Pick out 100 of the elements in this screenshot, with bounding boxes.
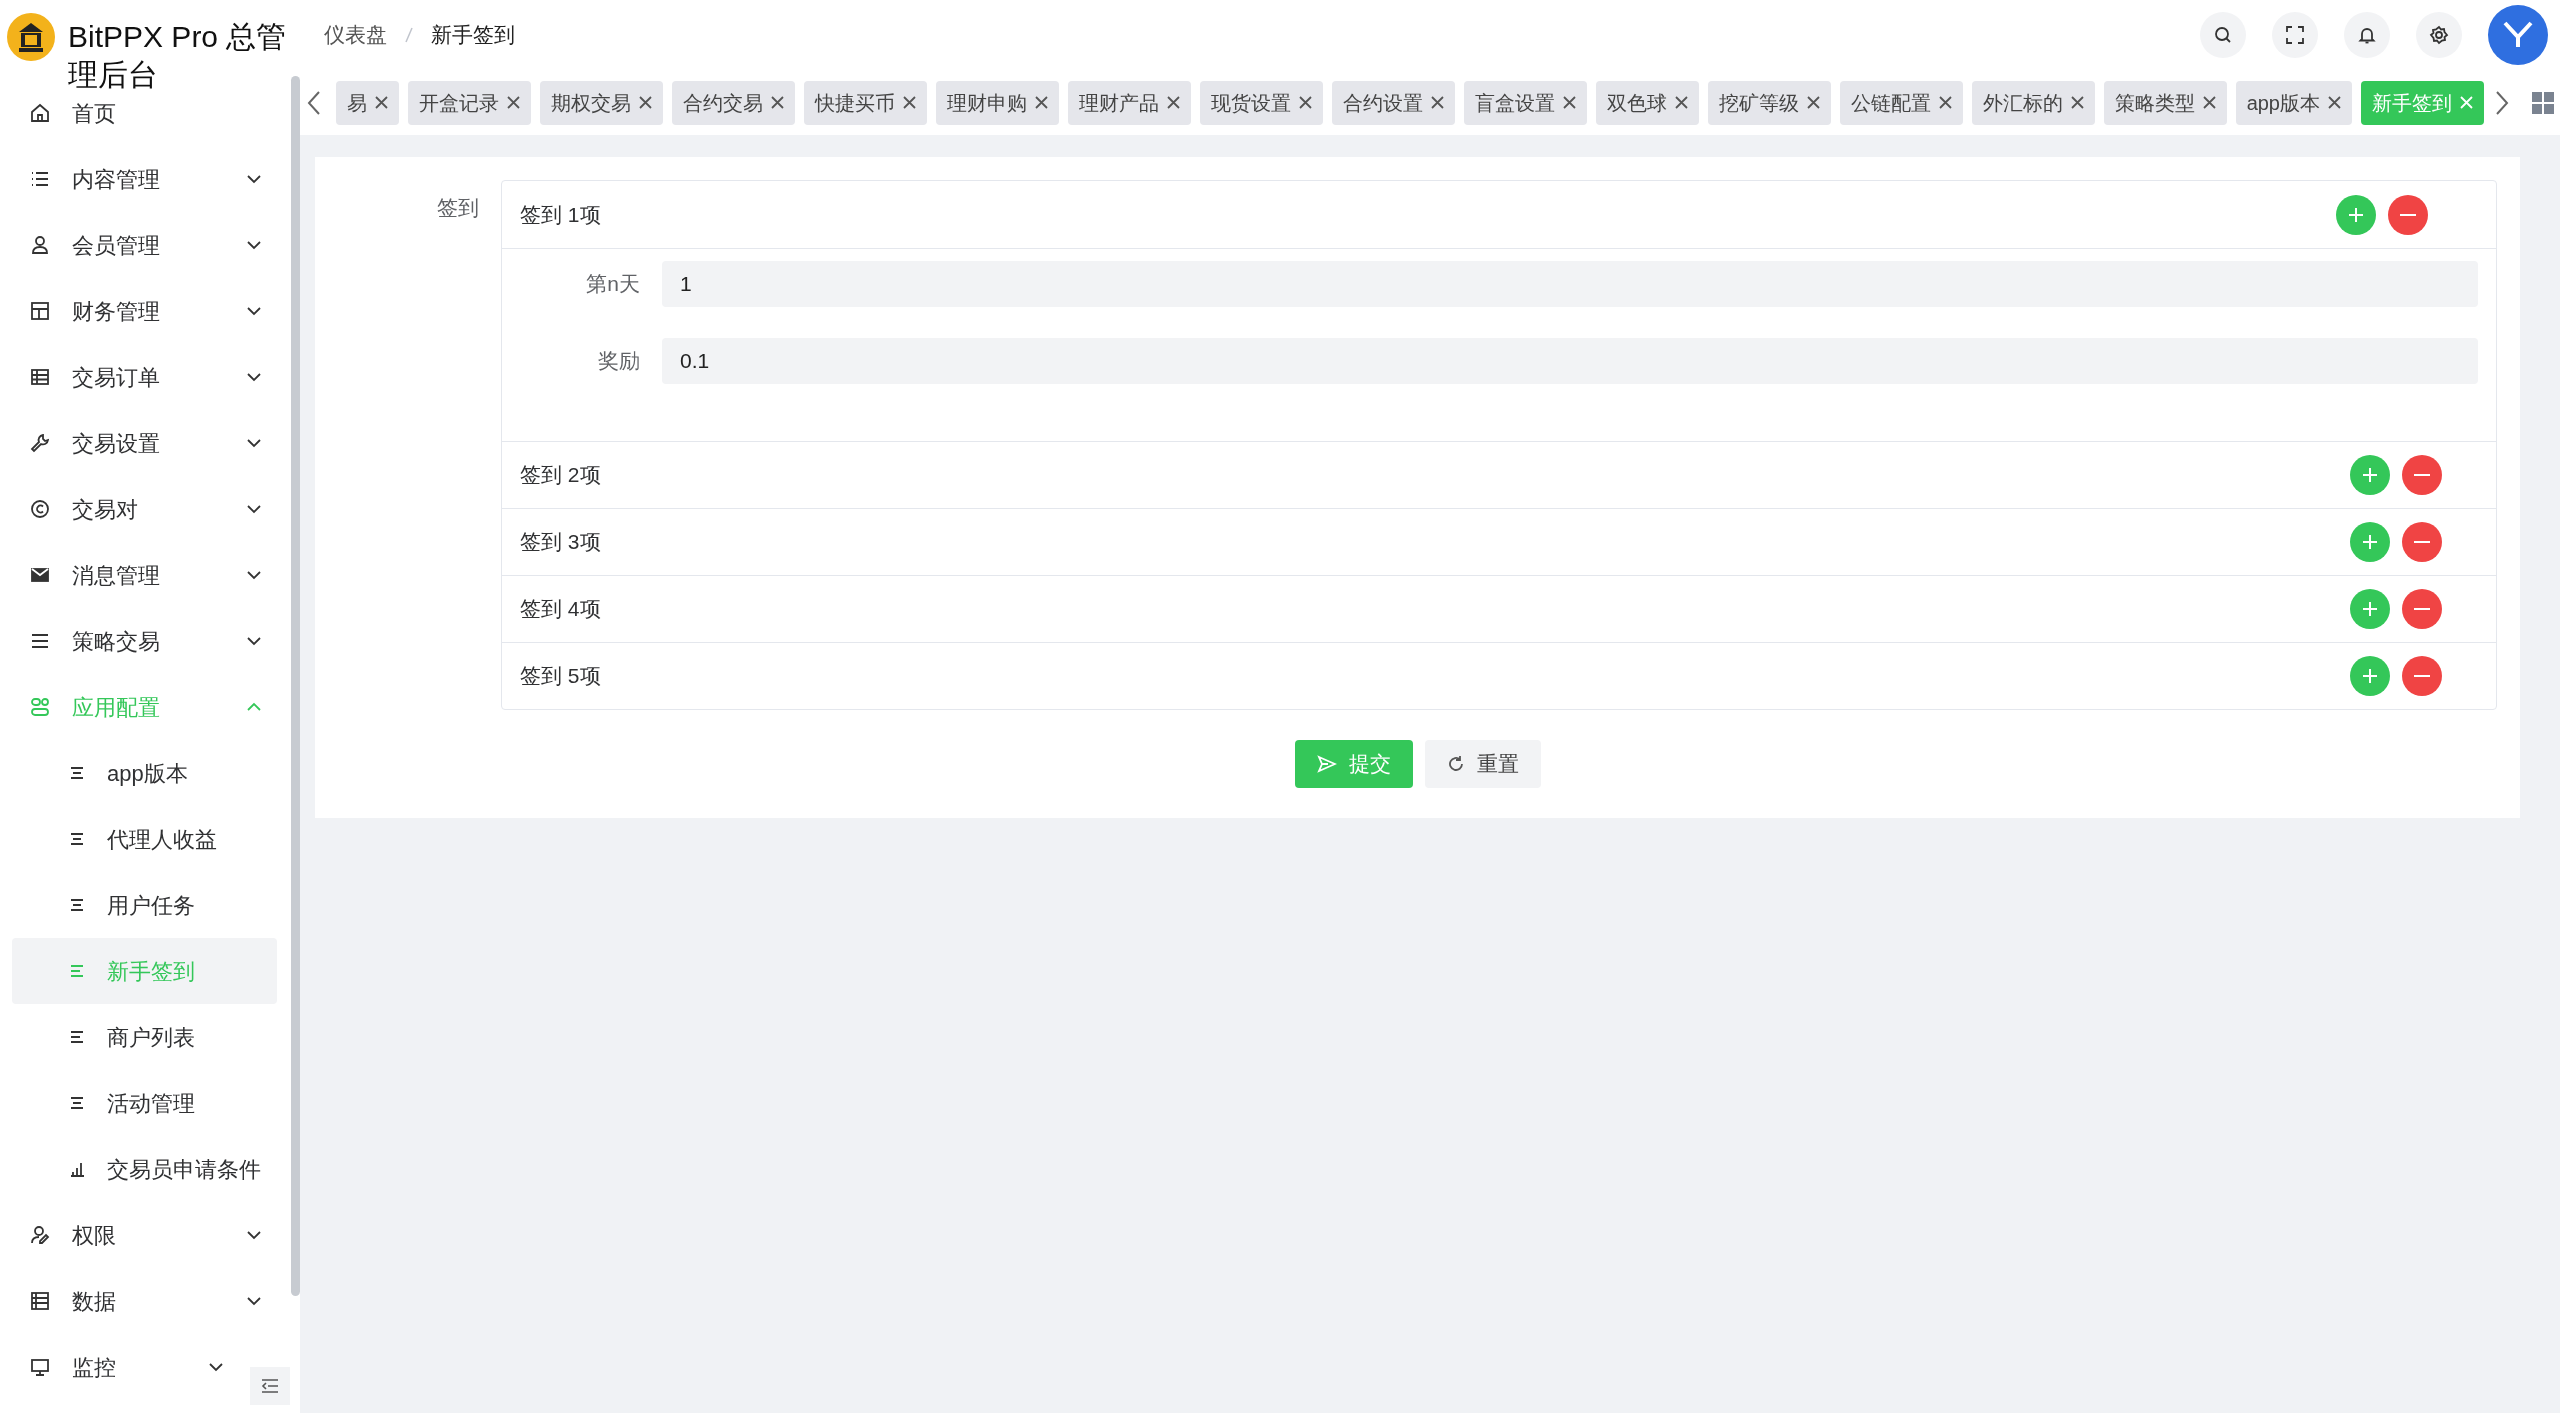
minus-icon [2400, 213, 2416, 216]
chevron-down-icon [246, 570, 262, 580]
collapse-sidebar-button[interactable] [250, 1367, 290, 1405]
tab[interactable]: 挖矿等级 [1707, 80, 1831, 125]
tab[interactable]: 双色球 [1595, 80, 1699, 125]
table-icon [30, 1291, 50, 1311]
tab[interactable]: 外汇标的 [1971, 80, 2095, 125]
sidebar-item[interactable]: 权限 [0, 1202, 278, 1268]
remove-button[interactable] [2402, 589, 2442, 629]
plus-icon [2347, 205, 2365, 224]
menu-icon [30, 631, 50, 651]
chevron-down-icon [246, 1296, 262, 1306]
search-icon [2213, 25, 2233, 45]
scroll-left-icon[interactable] [306, 89, 322, 116]
tab[interactable]: 盲盒设置 [1463, 80, 1587, 125]
tab[interactable]: app版本 [2235, 80, 2352, 125]
breadcrumb-separator [405, 27, 413, 43]
add-button[interactable] [2336, 194, 2376, 235]
close-icon [1562, 96, 1576, 109]
close-icon [1034, 96, 1048, 109]
settings-button[interactable] [2416, 12, 2462, 58]
sidebar-item[interactable]: 消息管理 [0, 542, 278, 608]
logo-icon [6, 12, 56, 62]
sidebar-item[interactable]: 商户列表 [12, 1004, 277, 1070]
tab[interactable]: 合约设置 [1331, 80, 1455, 125]
minus-icon [2414, 541, 2430, 543]
tab[interactable]: 快捷买币 [803, 80, 927, 125]
tab[interactable]: 理财产品 [1067, 80, 1191, 125]
field-label: 签到 [436, 195, 480, 221]
item-header[interactable]: 签到 5项 [502, 642, 2496, 709]
tab[interactable]: 期权交易 [539, 80, 663, 125]
add-button[interactable] [2350, 589, 2390, 629]
send-icon [1316, 754, 1337, 774]
tab[interactable]: 合约交易 [671, 80, 795, 125]
bell-icon [2357, 25, 2377, 45]
sidebar-item[interactable]: 代理人收益 [12, 806, 277, 872]
sidebar-item[interactable]: 数据 [0, 1268, 278, 1334]
sidebar-item[interactable]: app版本 [12, 740, 277, 806]
close-icon [374, 96, 388, 109]
input-field[interactable]: 0.1 [662, 338, 2478, 384]
grid-icon[interactable] [2532, 91, 2554, 114]
reset-button[interactable]: 重置 [1424, 740, 1541, 788]
sidebar-item[interactable]: 交易员申请条件 [12, 1136, 277, 1202]
remove-button[interactable] [2402, 656, 2442, 696]
scrollbar[interactable] [291, 76, 300, 1296]
close-icon [2460, 96, 2473, 109]
tab[interactable]: 易 [335, 80, 399, 125]
sidebar-item[interactable]: 策略交易 [0, 608, 278, 674]
close-icon [1674, 96, 1688, 109]
sidebar-item[interactable]: 用户任务 [12, 872, 277, 938]
remove-button[interactable] [2402, 522, 2442, 562]
item-header[interactable]: 签到 3项 [502, 508, 2496, 575]
tab[interactable]: 理财申购 [935, 80, 1059, 125]
field-label: 奖励 [597, 348, 641, 375]
add-button[interactable] [2350, 522, 2390, 562]
search-button[interactable] [2200, 12, 2246, 58]
tab[interactable]: 策略类型 [2103, 80, 2227, 125]
lines-icon [69, 1029, 85, 1045]
lines-icon [69, 1095, 85, 1111]
shapes-icon [30, 697, 50, 717]
sidebar-item[interactable]: 交易订单 [0, 344, 278, 410]
item-header[interactable]: 签到 2项 [502, 441, 2496, 508]
sidebar-item[interactable]: 财务管理 [0, 278, 278, 344]
minus-icon [2414, 474, 2430, 476]
sidebar-item[interactable]: 会员管理 [0, 212, 278, 278]
layout-icon [30, 301, 50, 321]
plus-icon [2361, 600, 2379, 618]
chevron-down-icon [246, 372, 262, 382]
close-icon [638, 96, 652, 109]
sidebar-item[interactable]: 交易设置 [0, 410, 278, 476]
add-button[interactable] [2350, 656, 2390, 696]
item-header[interactable]: 签到 1项 [502, 181, 2496, 248]
tab[interactable]: 现货设置 [1199, 80, 1323, 125]
fullscreen-button[interactable] [2272, 12, 2318, 58]
chevron-down-icon [208, 1362, 224, 1372]
tab[interactable]: 公链配置 [1839, 80, 1963, 125]
field-label: 第n天 [585, 271, 641, 298]
close-icon [2202, 96, 2216, 109]
chevron-up-icon [246, 702, 262, 712]
breadcrumb-link[interactable]: 仪表盘 [324, 19, 387, 51]
close-icon [1430, 96, 1444, 109]
scroll-right-icon[interactable] [2494, 89, 2510, 116]
input-field[interactable]: 1 [662, 261, 2478, 307]
remove-button[interactable] [2388, 194, 2428, 235]
refresh-icon [1446, 755, 1465, 773]
item-header[interactable]: 签到 4项 [502, 575, 2496, 642]
avatar[interactable] [2488, 5, 2548, 65]
sidebar-item[interactable]: 交易对 [0, 476, 278, 542]
minus-icon [2414, 608, 2430, 610]
add-button[interactable] [2350, 455, 2390, 495]
sidebar-item[interactable]: 活动管理 [12, 1070, 277, 1136]
chevron-down-icon [246, 174, 262, 184]
remove-button[interactable] [2402, 455, 2442, 495]
tab[interactable]: 开盒记录 [407, 80, 531, 125]
sidebar-item[interactable]: 内容管理 [0, 146, 278, 212]
chevron-down-icon [246, 504, 262, 514]
chevron-down-icon [246, 1230, 262, 1240]
notification-button[interactable] [2344, 12, 2390, 58]
sidebar-item[interactable]: 监控 [0, 1334, 230, 1400]
plus-icon [2361, 667, 2379, 685]
